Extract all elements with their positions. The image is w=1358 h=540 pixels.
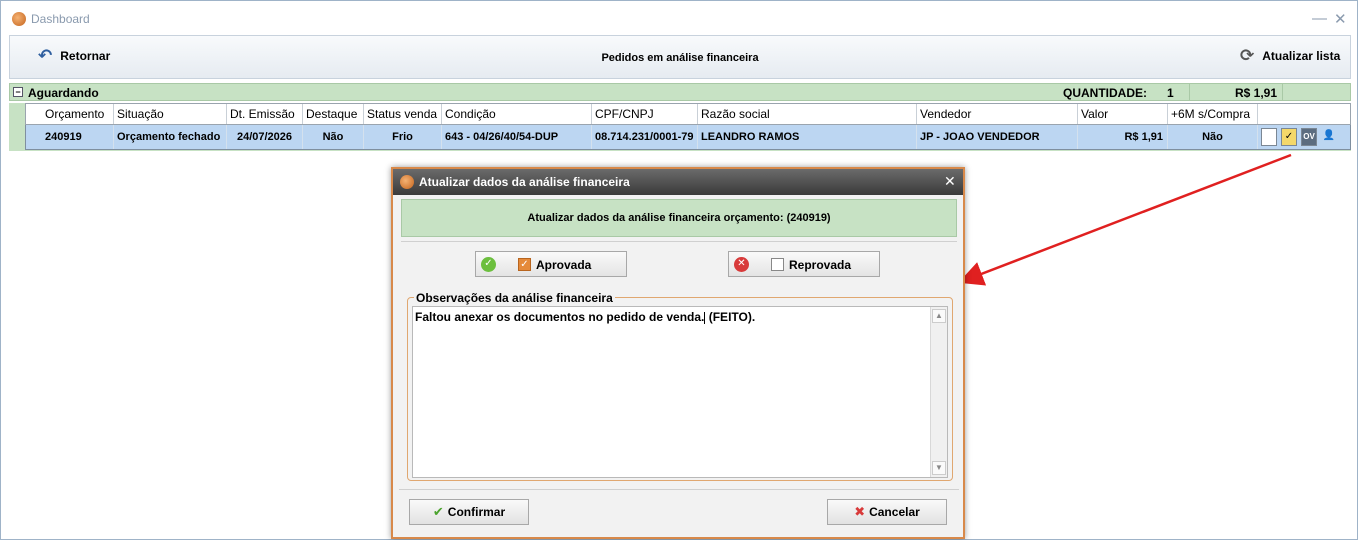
- approve-label: Aprovada: [536, 258, 592, 272]
- cancel-label: Cancelar: [869, 505, 920, 519]
- divider: [401, 241, 957, 242]
- reject-checkbox[interactable]: [771, 258, 784, 271]
- main-window: Dashboard — ✕ ↶ Retornar Pedidos em anál…: [0, 0, 1358, 540]
- confirm-button[interactable]: ✔ Confirmar: [409, 499, 529, 525]
- dialog-banner: Atualizar dados da análise financeira or…: [401, 199, 957, 237]
- reject-button[interactable]: ✕ Reprovada: [728, 251, 880, 277]
- app-logo-icon: [400, 175, 414, 189]
- x-circle-icon: ✕: [734, 257, 749, 272]
- observations-text: Faltou anexar os documentos no pedido de…: [415, 310, 705, 324]
- analysis-dialog: Atualizar dados da análise financeira ✕ …: [391, 167, 965, 539]
- observations-textarea[interactable]: Faltou anexar os documentos no pedido de…: [412, 306, 948, 478]
- divider: [399, 489, 959, 490]
- approve-checkbox[interactable]: ✓: [518, 258, 531, 271]
- scroll-up-icon[interactable]: ▲: [932, 309, 946, 323]
- observations-label: Observações da análise financeira: [414, 291, 615, 305]
- observations-text-suffix: (FEITO).: [708, 310, 756, 324]
- cancel-x-icon: ✖: [854, 504, 866, 519]
- dialog-title: Atualizar dados da análise financeira: [419, 175, 630, 189]
- vertical-scrollbar[interactable]: ▲ ▼: [930, 307, 947, 477]
- check-circle-icon: ✓: [481, 257, 496, 272]
- dialog-title-bar: Atualizar dados da análise financeira ✕: [393, 169, 963, 195]
- confirm-label: Confirmar: [447, 505, 506, 519]
- text-caret: [704, 311, 706, 324]
- observations-group: Observações da análise financeira Faltou…: [407, 291, 953, 481]
- cancel-button[interactable]: ✖ Cancelar: [827, 499, 947, 525]
- checkmark-icon: ✔: [432, 504, 444, 519]
- reject-label: Reprovada: [789, 258, 852, 272]
- scroll-down-icon[interactable]: ▼: [932, 461, 946, 475]
- approve-button[interactable]: ✓ ✓ Aprovada: [475, 251, 627, 277]
- dialog-close-icon[interactable]: ✕: [944, 173, 956, 190]
